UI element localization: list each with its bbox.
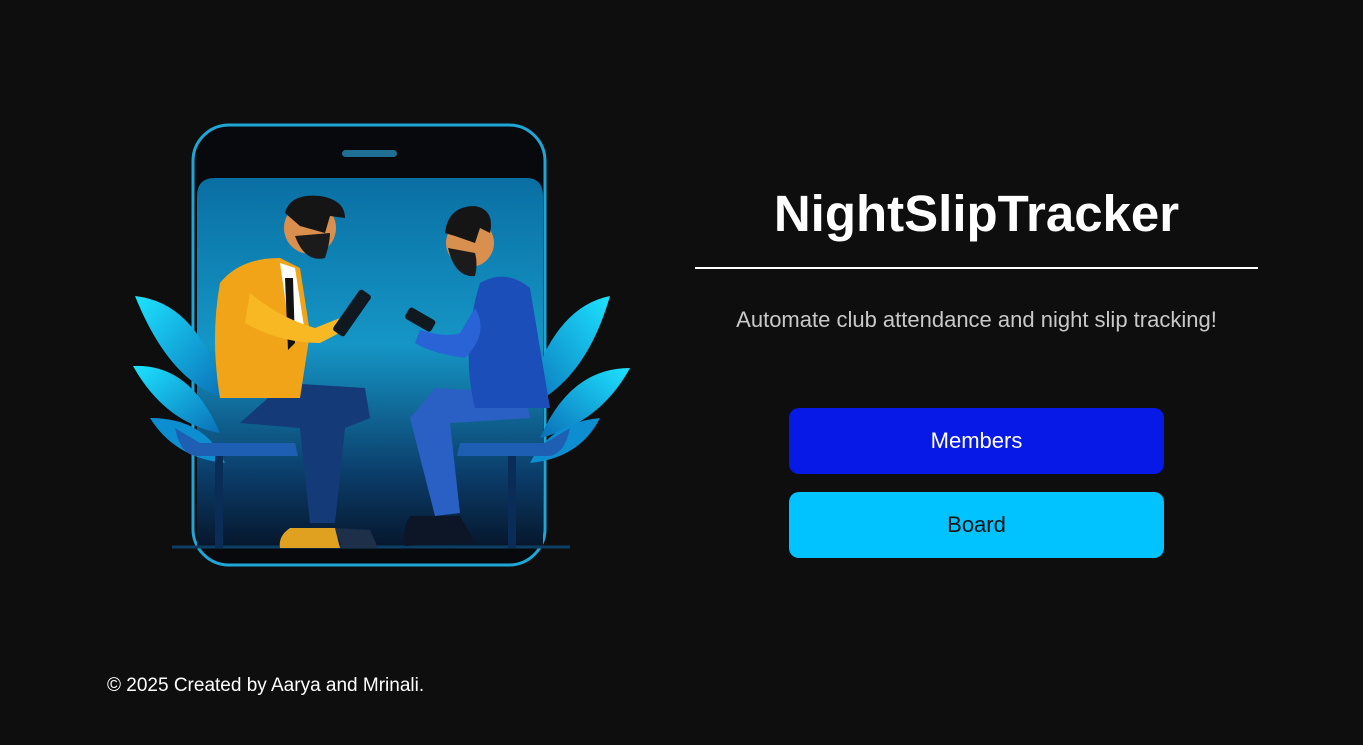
page: NightSlipTracker Automate club attendanc… xyxy=(0,0,1363,745)
members-button[interactable]: Members xyxy=(789,408,1164,474)
board-button[interactable]: Board xyxy=(789,492,1164,558)
action-buttons: Members Board xyxy=(789,408,1164,558)
app-tagline: Automate club attendance and night slip … xyxy=(736,307,1217,332)
title-divider xyxy=(695,267,1258,269)
hero-illustration xyxy=(133,123,630,567)
footer-credit: © 2025 Created by Aarya and Mrinali. xyxy=(107,675,425,696)
app-title: NightSlipTracker xyxy=(773,185,1180,242)
hero-section: NightSlipTracker Automate club attendanc… xyxy=(695,180,1258,333)
